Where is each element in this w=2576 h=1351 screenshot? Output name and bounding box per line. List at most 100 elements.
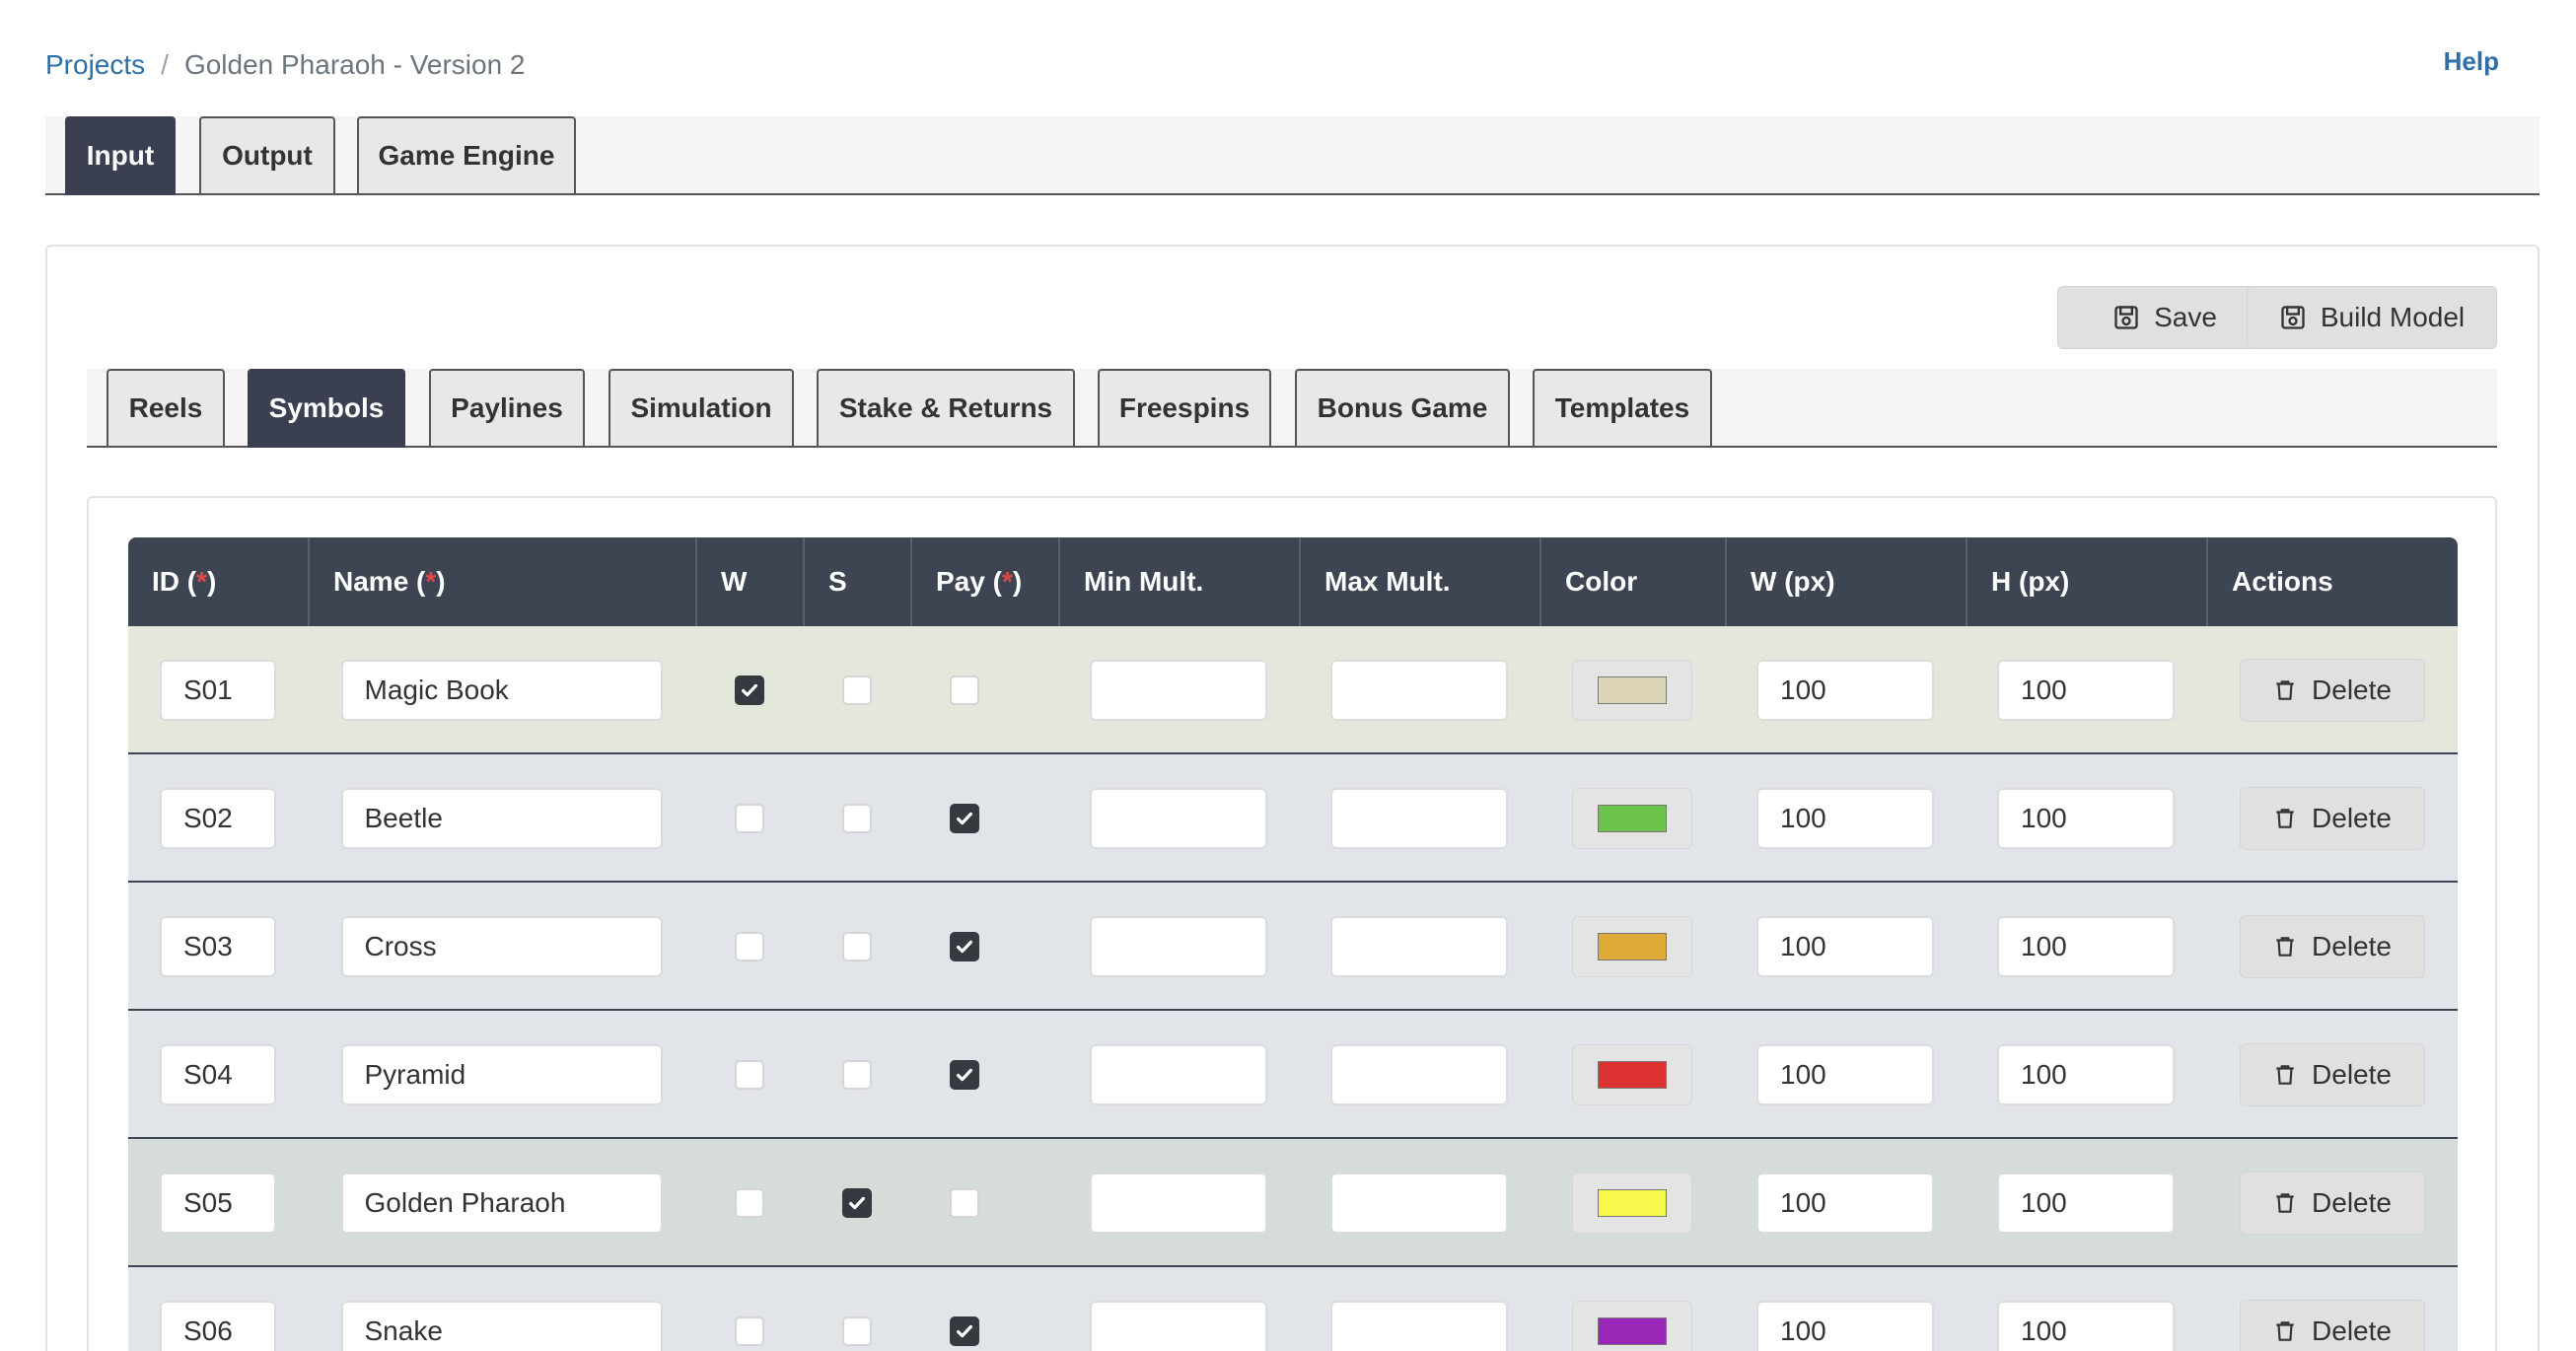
color-picker[interactable] [1572, 788, 1692, 849]
symbol-name-input[interactable]: Golden Pharaoh [340, 1173, 663, 1234]
min-mult-input[interactable] [1090, 660, 1267, 721]
symbol-name-input[interactable]: Beetle [340, 788, 663, 849]
pay-cell [910, 1267, 1018, 1351]
pay-checkbox[interactable] [949, 1060, 979, 1090]
min-mult-input[interactable] [1090, 1044, 1267, 1105]
max-mult-input[interactable] [1330, 916, 1508, 977]
tab-freespins[interactable]: Freespins [1098, 369, 1271, 448]
breadcrumb-projects-link[interactable]: Projects [45, 49, 145, 81]
symbol-name-input[interactable]: Snake [340, 1301, 663, 1351]
save-label: Save [2154, 302, 2217, 332]
tab-output[interactable]: Output [199, 116, 335, 195]
symbol-name-input[interactable]: Pyramid [340, 1044, 663, 1105]
build-model-button[interactable]: Build Model [2247, 286, 2497, 349]
tab-bonus-game[interactable]: Bonus Game [1295, 369, 1510, 448]
tab-templates[interactable]: Templates [1533, 369, 1712, 448]
min-mult-input[interactable] [1090, 788, 1267, 849]
scatter-cell [803, 754, 910, 883]
height-px-input[interactable]: 100 [1997, 1301, 2175, 1351]
min-mult-input[interactable] [1090, 1173, 1267, 1234]
col-scatter: S [803, 537, 910, 626]
tab-reels[interactable]: Reels [107, 369, 225, 448]
width-cell: 100 [1725, 883, 1966, 1011]
actions-cell: Delete [2206, 754, 2458, 883]
min-mult-input[interactable] [1090, 916, 1267, 977]
symbol-id-input[interactable]: S05 [160, 1173, 276, 1234]
wild-checkbox[interactable] [734, 1316, 764, 1346]
delete-button[interactable]: Delete [2239, 1043, 2425, 1106]
wild-checkbox[interactable] [734, 804, 764, 833]
color-picker[interactable] [1572, 1173, 1692, 1234]
min-mult-input[interactable] [1090, 1301, 1267, 1351]
color-cell [1539, 1139, 1725, 1267]
color-cell [1539, 1011, 1725, 1139]
pay-checkbox[interactable] [949, 932, 979, 961]
wild-checkbox[interactable] [734, 1060, 764, 1090]
color-picker[interactable] [1572, 660, 1692, 721]
tab-symbols[interactable]: Symbols [248, 369, 405, 448]
width-px-input[interactable]: 100 [1756, 1301, 1934, 1351]
delete-button[interactable]: Delete [2239, 787, 2425, 850]
tab-simulation[interactable]: Simulation [608, 369, 794, 448]
scatter-checkbox[interactable] [841, 804, 872, 833]
pay-checkbox[interactable] [949, 804, 979, 833]
wild-checkbox[interactable] [734, 1188, 764, 1218]
wild-cell [695, 626, 803, 754]
help-link[interactable]: Help [2444, 46, 2499, 77]
scatter-checkbox[interactable] [841, 676, 872, 705]
scatter-checkbox[interactable] [841, 1188, 872, 1218]
color-picker[interactable] [1572, 1044, 1692, 1105]
max-mult-input[interactable] [1330, 1301, 1508, 1351]
pay-checkbox[interactable] [949, 1188, 979, 1218]
width-px-input[interactable]: 100 [1756, 1044, 1934, 1105]
max-mult-cell [1299, 883, 1539, 1011]
delete-button[interactable]: Delete [2239, 1300, 2425, 1351]
symbol-id-input[interactable]: S02 [160, 788, 276, 849]
id-cell: S01 [128, 626, 308, 754]
tab-game-engine[interactable]: Game Engine [357, 116, 576, 195]
color-picker[interactable] [1572, 1301, 1692, 1351]
symbol-id-input[interactable]: S03 [160, 916, 276, 977]
scatter-checkbox[interactable] [841, 932, 872, 961]
scatter-checkbox[interactable] [841, 1316, 872, 1346]
width-px-input[interactable]: 100 [1756, 788, 1934, 849]
max-mult-input[interactable] [1330, 788, 1508, 849]
tab-stake-returns[interactable]: Stake & Returns [817, 369, 1075, 448]
width-cell: 100 [1725, 1267, 1966, 1351]
width-px-input[interactable]: 100 [1756, 660, 1934, 721]
col-min-mult: Min Mult. [1058, 537, 1299, 626]
pay-cell [910, 1011, 1018, 1139]
height-px-input[interactable]: 100 [1997, 788, 2175, 849]
color-picker[interactable] [1572, 916, 1692, 977]
max-mult-input[interactable] [1330, 660, 1508, 721]
max-mult-cell [1299, 1139, 1539, 1267]
max-mult-input[interactable] [1330, 1173, 1508, 1234]
max-mult-input[interactable] [1330, 1044, 1508, 1105]
tab-paylines[interactable]: Paylines [429, 369, 585, 448]
width-px-input[interactable]: 100 [1756, 1173, 1934, 1234]
wild-checkbox[interactable] [734, 676, 764, 705]
id-cell: S06 [128, 1267, 308, 1351]
symbol-name-input[interactable]: Magic Book [340, 660, 663, 721]
breadcrumb-separator: / [161, 49, 169, 80]
height-px-input[interactable]: 100 [1997, 1044, 2175, 1105]
scatter-checkbox[interactable] [841, 1060, 872, 1090]
pay-checkbox[interactable] [949, 1316, 979, 1346]
tab-input[interactable]: Input [65, 116, 176, 195]
delete-button[interactable]: Delete [2239, 915, 2425, 978]
symbol-id-input[interactable]: S04 [160, 1044, 276, 1105]
symbol-id-input[interactable]: S06 [160, 1301, 276, 1351]
delete-button[interactable]: Delete [2239, 1172, 2425, 1235]
height-px-input[interactable]: 100 [1997, 660, 2175, 721]
pay-checkbox[interactable] [949, 676, 979, 705]
width-px-input[interactable]: 100 [1756, 916, 1934, 977]
symbol-name-input[interactable]: Cross [340, 916, 663, 977]
symbol-id-input[interactable]: S01 [160, 660, 276, 721]
height-px-input[interactable]: 100 [1997, 916, 2175, 977]
wild-checkbox[interactable] [734, 932, 764, 961]
id-cell: S03 [128, 883, 308, 1011]
save-button[interactable]: Save [2057, 286, 2272, 349]
height-px-input[interactable]: 100 [1997, 1173, 2175, 1234]
delete-button[interactable]: Delete [2239, 659, 2425, 722]
wild-cell [695, 1011, 803, 1139]
